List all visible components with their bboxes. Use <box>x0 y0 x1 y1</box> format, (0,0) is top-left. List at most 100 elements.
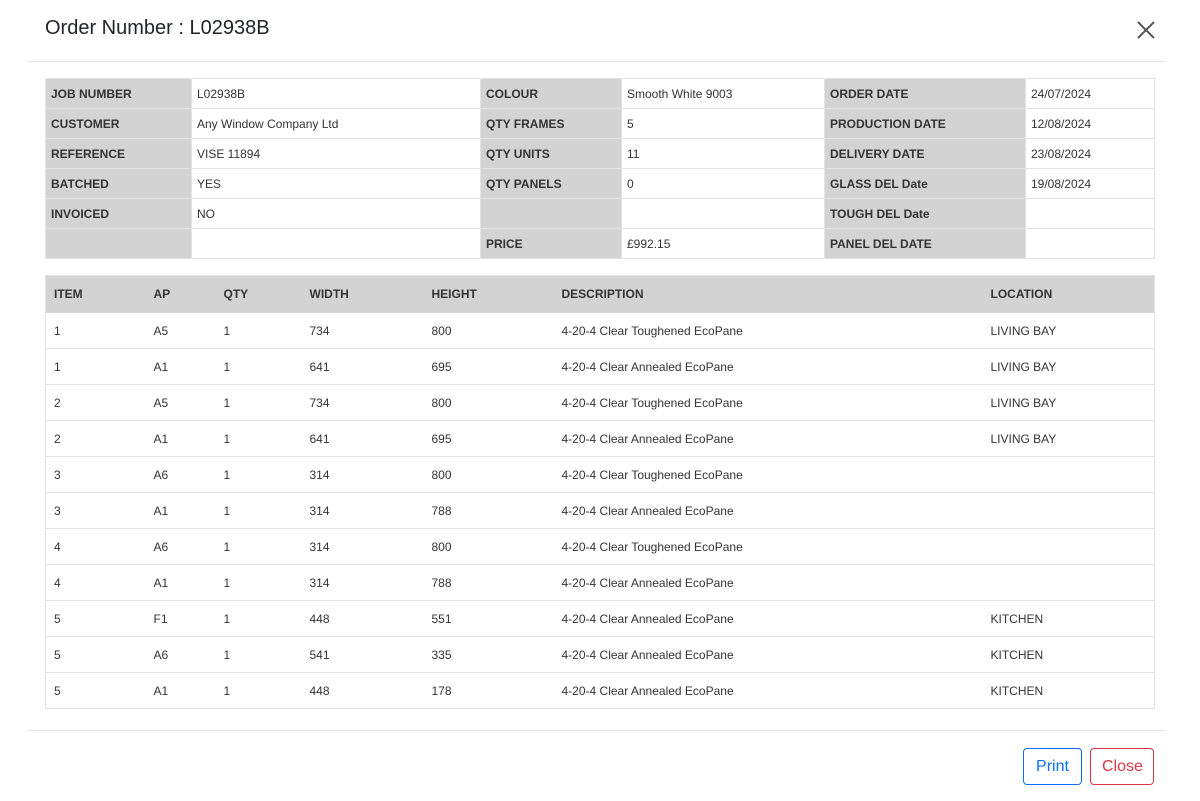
order-items-table: ITEM AP QTY WIDTH HEIGHT DESCRIPTION LOCATION … <box>45 275 1155 709</box>
cell-ap: A5 <box>145 312 216 349</box>
info-label: PRODUCTION DATE <box>824 108 1026 139</box>
cell-item: 2 <box>45 420 146 457</box>
cell-qty: 1 <box>215 420 302 457</box>
cell-height: 551 <box>423 600 554 637</box>
close-button[interactable]: Close <box>1090 748 1154 785</box>
cell-width: 448 <box>301 600 424 637</box>
cell-qty: 1 <box>215 600 302 637</box>
info-value: Smooth White 9003 <box>621 78 825 109</box>
cell-width: 734 <box>301 312 424 349</box>
cell-location <box>982 528 1155 565</box>
info-label: QTY UNITS <box>480 138 622 169</box>
column-header-width: WIDTH <box>301 275 424 313</box>
cell-item: 3 <box>45 456 146 493</box>
cell-item: 3 <box>45 492 146 529</box>
cell-ap: A6 <box>145 528 216 565</box>
info-label: COLOUR <box>480 78 622 109</box>
info-value: 0 <box>621 168 825 199</box>
cell-height: 788 <box>423 492 554 529</box>
cell-width: 541 <box>301 636 424 673</box>
cell-description: 4-20-4 Clear Annealed EcoPane <box>553 636 983 673</box>
cell-location <box>982 492 1155 529</box>
cell-location: KITCHEN <box>982 672 1155 709</box>
cell-qty: 1 <box>215 384 302 421</box>
cell-description: 4-20-4 Clear Annealed EcoPane <box>553 348 983 385</box>
table-row: 2 A5 1 734 800 4-20-4 Clear Toughened EcoPane… <box>45 384 1155 421</box>
print-button[interactable]: Print <box>1023 748 1082 785</box>
cell-qty: 1 <box>215 672 302 709</box>
cell-description: 4-20-4 Clear Toughened EcoPane <box>553 384 983 421</box>
cell-height: 800 <box>423 528 554 565</box>
cell-item: 1 <box>45 348 146 385</box>
cell-qty: 1 <box>215 636 302 673</box>
order-modal: Order Number : L02938B JOB NUMBER L02938B… <box>0 0 1200 800</box>
table-row: 5 F1 1 448 551 4-20-4 Clear Annealed EcoPane K… <box>45 600 1155 637</box>
cell-item: 5 <box>45 636 146 673</box>
info-label: PRICE <box>480 228 622 259</box>
cell-qty: 1 <box>215 456 302 493</box>
info-value <box>621 198 825 229</box>
cell-item: 5 <box>45 672 146 709</box>
cell-ap: A6 <box>145 636 216 673</box>
cell-height: 800 <box>423 384 554 421</box>
table-row: 3 A6 1 314 800 4-20-4 Clear Toughened EcoPane <box>45 456 1155 493</box>
cell-height: 695 <box>423 348 554 385</box>
info-row: JOB NUMBER L02938B COLOUR Smooth White 9003… <box>45 78 1155 109</box>
info-value <box>1025 198 1155 229</box>
cell-location: KITCHEN <box>982 636 1155 673</box>
cell-ap: A1 <box>145 564 216 601</box>
cell-width: 314 <box>301 564 424 601</box>
cell-ap: A1 <box>145 348 216 385</box>
cell-description: 4-20-4 Clear Annealed EcoPane <box>553 564 983 601</box>
modal-header: Order Number : L02938B <box>28 0 1166 62</box>
cell-ap: A1 <box>145 672 216 709</box>
info-value: 5 <box>621 108 825 139</box>
order-info-table: JOB NUMBER L02938B COLOUR Smooth White 9003… <box>45 78 1155 259</box>
cell-height: 788 <box>423 564 554 601</box>
cell-ap: A1 <box>145 420 216 457</box>
table-row: 1 A5 1 734 800 4-20-4 Clear Toughened EcoPane… <box>45 312 1155 349</box>
cell-item: 2 <box>45 384 146 421</box>
cell-item: 4 <box>45 564 146 601</box>
cell-height: 800 <box>423 312 554 349</box>
close-icon[interactable] <box>1136 20 1156 40</box>
cell-description: 4-20-4 Clear Toughened EcoPane <box>553 312 983 349</box>
info-row: REFERENCE VISE 11894 QTY UNITS 11 DELIVERY D… <box>45 138 1155 169</box>
cell-location <box>982 564 1155 601</box>
cell-description: 4-20-4 Clear Annealed EcoPane <box>553 492 983 529</box>
info-label <box>480 198 622 229</box>
info-label: DELIVERY DATE <box>824 138 1026 169</box>
cell-width: 448 <box>301 672 424 709</box>
cell-width: 314 <box>301 528 424 565</box>
info-value <box>1025 228 1155 259</box>
column-header-height: HEIGHT <box>423 275 554 313</box>
column-header-qty: QTY <box>215 275 302 313</box>
cell-ap: F1 <box>145 600 216 637</box>
cell-location: LIVING BAY <box>982 312 1155 349</box>
info-value: L02938B <box>191 78 481 109</box>
info-value: NO <box>191 198 481 229</box>
info-label: ORDER DATE <box>824 78 1026 109</box>
items-header-row: ITEM AP QTY WIDTH HEIGHT DESCRIPTION LOCATION <box>45 275 1155 313</box>
modal-title: Order Number : L02938B <box>45 17 270 39</box>
info-value: £992.15 <box>621 228 825 259</box>
cell-location: LIVING BAY <box>982 420 1155 457</box>
cell-height: 178 <box>423 672 554 709</box>
cell-width: 314 <box>301 492 424 529</box>
info-value: 23/08/2024 <box>1025 138 1155 169</box>
table-row: 2 A1 1 641 695 4-20-4 Clear Annealed EcoPane L… <box>45 420 1155 457</box>
info-row: INVOICED NO TOUGH DEL Date <box>45 198 1155 229</box>
table-row: 5 A1 1 448 178 4-20-4 Clear Annealed EcoPane K… <box>45 672 1155 709</box>
cell-width: 314 <box>301 456 424 493</box>
table-row: 1 A1 1 641 695 4-20-4 Clear Annealed EcoPane L… <box>45 348 1155 385</box>
info-value: 11 <box>621 138 825 169</box>
table-row: 4 A1 1 314 788 4-20-4 Clear Annealed EcoPane <box>45 564 1155 601</box>
info-label <box>45 228 192 259</box>
info-label: INVOICED <box>45 198 192 229</box>
cell-height: 695 <box>423 420 554 457</box>
info-label: PANEL DEL DATE <box>824 228 1026 259</box>
column-header-ap: AP <box>145 275 216 313</box>
cell-qty: 1 <box>215 528 302 565</box>
info-value <box>191 228 481 259</box>
cell-height: 800 <box>423 456 554 493</box>
